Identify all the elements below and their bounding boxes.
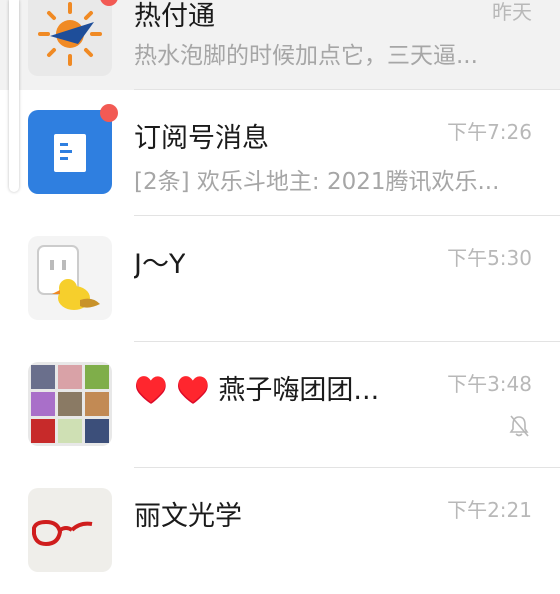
chat-list: 热付通 热水泡脚的时候加点它，三天逼... 昨天 订阅号消息 [2条] 欢乐斗地… [0, 0, 560, 594]
scrollbar[interactable] [9, 0, 19, 192]
chat-name: 热付通 [134, 1, 215, 32]
chat-time: 下午5:30 [447, 246, 532, 270]
chat-row-liwen[interactable]: 丽文光学 下午2:21 [0, 468, 560, 594]
avatar [28, 236, 112, 320]
avatar [28, 0, 112, 76]
chat-time: 下午2:21 [447, 498, 532, 522]
chat-row-group[interactable]: ♥️ ♥️ 燕子嗨团团... 下午3:48 [0, 342, 560, 468]
chat-name: 丽文光学 [134, 501, 242, 532]
sun-plane-logo-icon [38, 2, 102, 66]
chat-preview: [2条] 欢乐斗地主: 2021腾讯欢乐... [134, 169, 500, 195]
chat-time: 下午3:48 [447, 372, 532, 396]
mute-bell-icon [508, 414, 530, 442]
avatar [28, 488, 112, 572]
chat-preview: 热水泡脚的时候加点它，三天逼... [134, 43, 478, 69]
avatar [28, 110, 112, 194]
chat-row-subscriptions[interactable]: 订阅号消息 [2条] 欢乐斗地主: 2021腾讯欢乐... 下午7:26 [0, 90, 560, 216]
chat-row-refutong[interactable]: 热付通 热水泡脚的时候加点它，三天逼... 昨天 [0, 0, 560, 90]
chat-name: 订阅号消息 [134, 123, 269, 154]
group-photo-grid-icon [31, 365, 109, 443]
avatar [28, 362, 112, 446]
chat-time: 下午7:26 [447, 120, 532, 144]
chat-name: ♥️ ♥️ 燕子嗨团团... [134, 375, 380, 406]
document-icon [54, 134, 86, 172]
chat-time: 昨天 [492, 0, 532, 24]
glasses-icon [32, 519, 93, 547]
chat-row-jy[interactable]: J～Y 下午5:30 [0, 216, 560, 342]
unread-badge [100, 104, 118, 122]
duck-sticker-icon [37, 245, 100, 310]
chat-name: J～Y [134, 249, 186, 280]
